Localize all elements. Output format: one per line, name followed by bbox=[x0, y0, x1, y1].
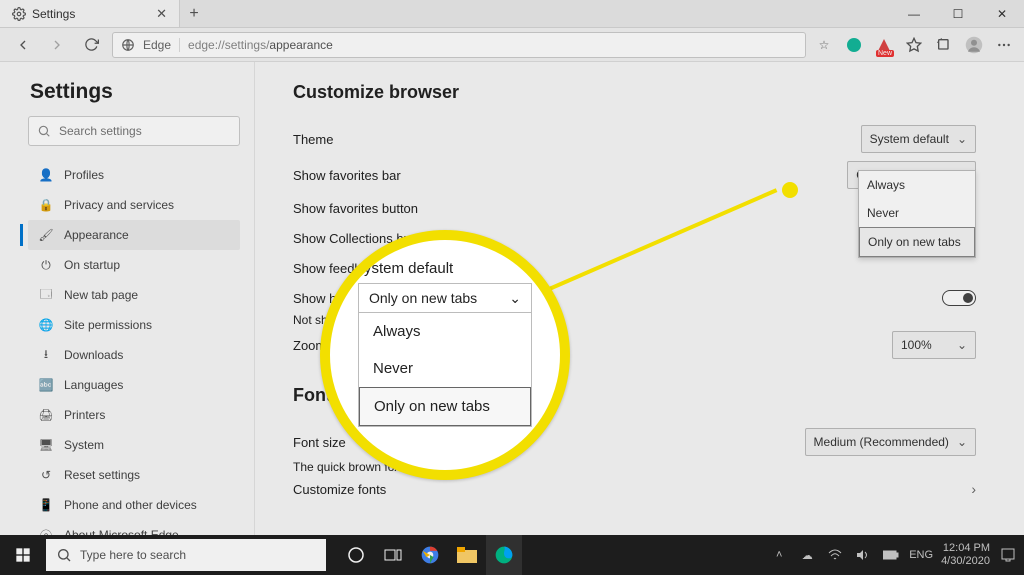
sidebar-item-newtab[interactable]: 🗔New tab page bbox=[28, 280, 240, 310]
sidebar-item-phone[interactable]: 📱Phone and other devices bbox=[28, 490, 240, 520]
sidebar-item-profiles[interactable]: 👤Profiles bbox=[28, 160, 240, 190]
reset-icon: ↺ bbox=[38, 468, 54, 482]
taskbar-tray-chevron-icon[interactable]: ˄ bbox=[769, 549, 789, 561]
extension-icon-2[interactable]: New bbox=[874, 35, 894, 55]
callout-opt-never: Never bbox=[359, 350, 531, 387]
favbar-option-never[interactable]: Never bbox=[859, 199, 975, 227]
url-text: edge://settings/appearance bbox=[188, 38, 333, 52]
callout-opt-onlynewtabs: Only on new tabs bbox=[359, 387, 531, 426]
language-icon: 🔤 bbox=[38, 378, 54, 392]
lock-icon: 🔒 bbox=[38, 198, 54, 212]
printer-icon: 🖨 bbox=[38, 408, 54, 422]
edge-icon bbox=[121, 38, 135, 52]
extension-icon-1[interactable] bbox=[844, 35, 864, 55]
taskbar-explorer-icon[interactable] bbox=[449, 535, 485, 575]
page-heading: Customize browser bbox=[293, 82, 976, 103]
sidebar-item-system[interactable]: 🖥System bbox=[28, 430, 240, 460]
tab-icon: 🗔 bbox=[38, 285, 54, 306]
taskbar-notifications-icon[interactable] bbox=[998, 548, 1018, 562]
chevron-down-icon: ⌄ bbox=[957, 435, 967, 449]
taskbar-time[interactable]: 12:04 PM bbox=[941, 542, 990, 555]
power-icon: ⏻ bbox=[38, 258, 54, 273]
taskbar-onedrive-icon[interactable]: ☁ bbox=[797, 549, 817, 562]
chevron-right-icon: › bbox=[971, 481, 976, 497]
theme-select[interactable]: System default⌄ bbox=[861, 125, 976, 153]
window-minimize[interactable]: — bbox=[892, 0, 936, 27]
taskbar-battery-icon[interactable] bbox=[881, 550, 901, 560]
tab-title: Settings bbox=[32, 7, 150, 21]
download-icon: ⭳ bbox=[38, 345, 54, 366]
taskbar-search[interactable]: Type here to search bbox=[46, 539, 326, 571]
taskbar-lang[interactable]: ENG bbox=[909, 549, 933, 561]
url-scheme: Edge bbox=[143, 38, 180, 52]
sidebar-item-startup[interactable]: ⏻On startup bbox=[28, 250, 240, 280]
callout-favbar-select: Only on new tabs ⌄ bbox=[358, 283, 532, 313]
taskbar-search-placeholder: Type here to search bbox=[80, 548, 186, 562]
favbar-dropdown: Always Never Only on new tabs bbox=[858, 170, 976, 258]
taskbar-chrome-icon[interactable] bbox=[412, 535, 448, 575]
sidebar-item-downloads[interactable]: ⭳Downloads bbox=[28, 340, 240, 370]
search-settings[interactable] bbox=[28, 116, 240, 146]
settings-title: Settings bbox=[30, 80, 240, 104]
profile-icon[interactable] bbox=[964, 35, 984, 55]
system-icon: 🖥 bbox=[38, 438, 54, 452]
theme-label: Theme bbox=[293, 132, 861, 147]
address-bar[interactable]: Edge edge://settings/appearance bbox=[112, 32, 806, 58]
home-toggle[interactable] bbox=[942, 290, 976, 306]
zoom-select[interactable]: 100%⌄ bbox=[892, 331, 976, 359]
favorites-icon[interactable] bbox=[904, 35, 924, 55]
window-close[interactable]: ✕ bbox=[980, 0, 1024, 27]
phone-icon: 📱 bbox=[38, 498, 54, 512]
taskbar-taskview-icon[interactable] bbox=[375, 535, 411, 575]
menu-icon[interactable] bbox=[994, 35, 1014, 55]
annotation-callout: System default Only on new tabs ⌄ Always… bbox=[320, 230, 570, 480]
search-icon bbox=[37, 124, 51, 138]
nav-forward[interactable] bbox=[44, 32, 70, 58]
taskbar-edge-icon[interactable] bbox=[486, 535, 522, 575]
favorite-star-icon[interactable]: ☆ bbox=[814, 35, 834, 55]
new-tab-button[interactable]: + bbox=[180, 0, 208, 27]
taskbar-wifi-icon[interactable] bbox=[825, 549, 845, 561]
sidebar-item-printers[interactable]: 🖨Printers bbox=[28, 400, 240, 430]
chevron-down-icon: ⌄ bbox=[957, 338, 967, 352]
gear-icon bbox=[12, 7, 26, 21]
fontsize-select[interactable]: Medium (Recommended)⌄ bbox=[805, 428, 976, 456]
nav-refresh[interactable] bbox=[78, 32, 104, 58]
callout-theme-value: System default bbox=[340, 250, 550, 283]
sidebar-item-languages[interactable]: 🔤Languages bbox=[28, 370, 240, 400]
taskbar-volume-icon[interactable] bbox=[853, 549, 873, 561]
collections-icon[interactable] bbox=[934, 35, 954, 55]
sidebar-item-appearance[interactable]: 🖌Appearance bbox=[28, 220, 240, 250]
chevron-down-icon: ⌄ bbox=[957, 132, 967, 146]
globe-icon: 🌐 bbox=[38, 318, 54, 332]
favbar-option-onlynewtabs[interactable]: Only on new tabs bbox=[859, 227, 975, 257]
search-input[interactable] bbox=[57, 123, 231, 139]
taskbar-date[interactable]: 4/30/2020 bbox=[941, 555, 990, 568]
callout-opt-always: Always bbox=[359, 313, 531, 350]
favbar-option-always[interactable]: Always bbox=[859, 171, 975, 199]
tab-close-icon[interactable]: ✕ bbox=[156, 6, 167, 22]
profile-icon: 👤 bbox=[38, 168, 54, 182]
favbar-label: Show favorites bar bbox=[293, 168, 847, 183]
appearance-icon: 🖌 bbox=[38, 228, 54, 242]
start-button[interactable] bbox=[0, 547, 46, 563]
sidebar-item-sitepermissions[interactable]: 🌐Site permissions bbox=[28, 310, 240, 340]
nav-back[interactable] bbox=[10, 32, 36, 58]
sidebar-item-privacy[interactable]: 🔒Privacy and services bbox=[28, 190, 240, 220]
tab-settings[interactable]: Settings ✕ bbox=[0, 0, 180, 27]
sidebar-item-reset[interactable]: ↺Reset settings bbox=[28, 460, 240, 490]
chevron-down-icon: ⌄ bbox=[509, 290, 521, 307]
taskbar-cortana-icon[interactable] bbox=[338, 535, 374, 575]
window-maximize[interactable]: ☐ bbox=[936, 0, 980, 27]
annotation-dot bbox=[782, 182, 798, 198]
